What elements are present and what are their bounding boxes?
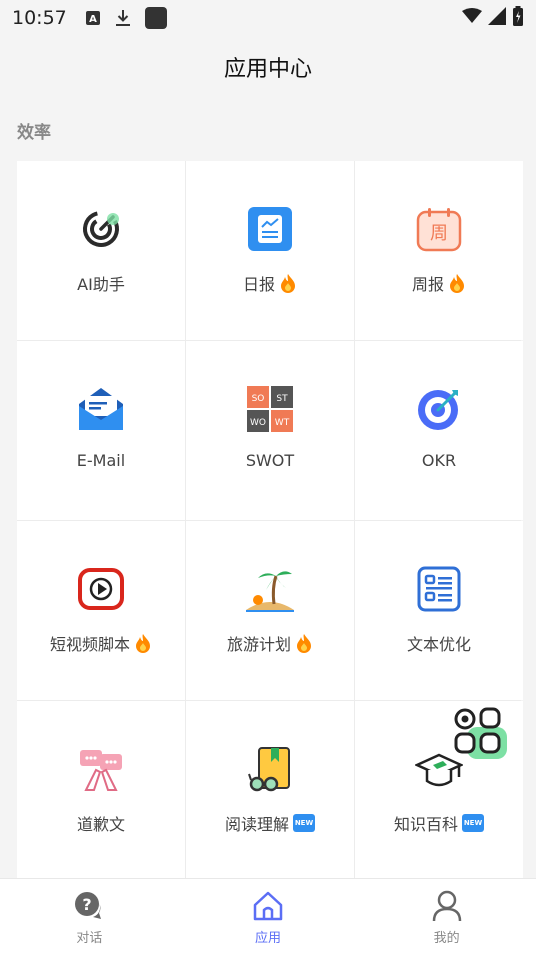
notification-square-icon	[144, 7, 167, 29]
app-label: 周报	[411, 275, 444, 294]
app-label: E-Mail	[76, 451, 126, 470]
profile-icon	[430, 889, 464, 923]
battery-icon	[512, 5, 524, 31]
status-right-icons	[462, 5, 524, 31]
app-text-optimize[interactable]: 文本优化	[355, 521, 523, 700]
app-label: AI助手	[77, 275, 125, 294]
app-daily-report[interactable]: 日报	[186, 161, 354, 340]
header: 应用中心	[0, 36, 536, 98]
section-title: 效率	[17, 123, 51, 143]
ai-assistant-icon	[77, 205, 125, 253]
app-swot[interactable]: SO ST WO WT SWOT	[186, 341, 354, 520]
app-label: OKR	[421, 451, 457, 470]
app-label: 道歉文	[76, 815, 125, 834]
weekly-report-icon: 周	[415, 205, 463, 253]
app-label: 短视频脚本	[49, 635, 130, 654]
text-list-icon	[415, 565, 463, 613]
floating-apps-button[interactable]	[449, 703, 509, 761]
app-grid: AI助手 日报 周 周报 E-Mail SO ST WO WT SWOT OKR…	[17, 161, 523, 880]
video-play-icon	[77, 565, 125, 613]
nav-label: 对话	[76, 931, 103, 946]
fire-icon	[134, 633, 152, 653]
svg-text:WT: WT	[275, 418, 290, 428]
chat-icon: ?	[72, 889, 106, 923]
status-bar: 10:57 A	[0, 0, 536, 36]
fire-icon	[295, 633, 313, 653]
wifi-icon	[462, 7, 482, 29]
daily-report-icon	[246, 205, 294, 253]
nav-apps[interactable]: 应用	[208, 879, 328, 946]
reading-book-icon	[246, 745, 294, 793]
app-short-video-script[interactable]: 短视频脚本	[17, 521, 185, 700]
svg-text:SO: SO	[252, 394, 265, 404]
email-icon	[77, 385, 125, 433]
app-reading[interactable]: 阅读理解 NEW	[186, 701, 354, 880]
island-icon	[246, 565, 294, 613]
svg-text:A: A	[89, 14, 97, 25]
page-title: 应用中心	[223, 57, 312, 82]
nav-chat[interactable]: ? 对话	[29, 879, 149, 946]
app-ai-assistant[interactable]: AI助手	[17, 161, 185, 340]
app-label: 文本优化	[406, 635, 471, 654]
swot-icon: SO ST WO WT	[246, 385, 294, 433]
fire-icon	[279, 273, 297, 293]
nav-label: 我的	[433, 931, 460, 946]
nav-label: 应用	[254, 931, 281, 946]
app-label: 知识百科	[393, 815, 458, 834]
svg-text:?: ?	[83, 895, 92, 914]
new-badge-icon: NEW	[462, 814, 484, 832]
bottom-nav: ? 对话 应用 我的	[0, 878, 536, 954]
app-label: 日报	[242, 275, 275, 294]
new-badge-icon: NEW	[293, 814, 315, 832]
app-weekly-report[interactable]: 周 周报	[355, 161, 523, 340]
download-icon	[115, 9, 131, 27]
svg-text:WO: WO	[250, 418, 266, 428]
notification-a-icon: A	[85, 10, 101, 26]
home-icon	[251, 889, 285, 923]
app-travel-plan[interactable]: 旅游计划	[186, 521, 354, 700]
app-label: 旅游计划	[226, 635, 291, 654]
app-grid-icon	[454, 707, 507, 759]
app-label: 阅读理解	[224, 815, 289, 834]
app-apology[interactable]: 道歉文	[17, 701, 185, 880]
fire-icon	[448, 273, 466, 293]
svg-text:ST: ST	[276, 394, 288, 404]
nav-profile[interactable]: 我的	[387, 879, 507, 946]
okr-target-icon	[415, 385, 463, 433]
signal-icon	[488, 6, 506, 30]
status-time: 10:57	[12, 7, 67, 29]
app-okr[interactable]: OKR	[355, 341, 523, 520]
app-label: SWOT	[245, 451, 295, 470]
apology-hands-icon	[77, 745, 125, 793]
svg-text:周: 周	[430, 223, 448, 244]
app-email[interactable]: E-Mail	[17, 341, 185, 520]
